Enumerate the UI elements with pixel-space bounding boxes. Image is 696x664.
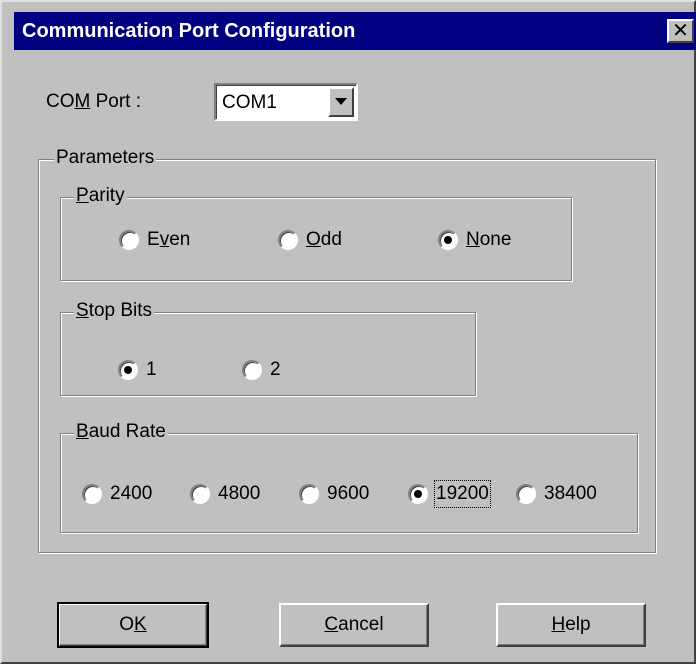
- baud-38400-label: 38400: [544, 483, 597, 504]
- window-title: Communication Port Configuration: [22, 20, 356, 42]
- parity-even-label: Even: [147, 228, 190, 252]
- com-port-label: COM Port :: [46, 91, 141, 113]
- cancel-button[interactable]: Cancel: [279, 603, 429, 647]
- help-button[interactable]: Help: [496, 603, 646, 647]
- label-mnemonic: v: [159, 229, 170, 250]
- button-label-mnemonic: C: [324, 614, 339, 635]
- radio-unchecked-icon[interactable]: [278, 230, 298, 250]
- stop-bits-1-label: 1: [146, 359, 157, 380]
- radio-unchecked-icon[interactable]: [119, 230, 139, 250]
- title-bar[interactable]: Communication Port Configuration ✕: [14, 12, 696, 50]
- stop-bits-title-mnemonic: S: [76, 300, 89, 321]
- dialog-window: Communication Port Configuration ✕ COM P…: [0, 0, 696, 664]
- radio-checked-icon[interactable]: [118, 360, 138, 380]
- parameters-group-title: Parameters: [54, 147, 157, 169]
- com-port-label-part: CO: [46, 91, 75, 112]
- label-part: E: [147, 229, 160, 250]
- radio-checked-icon[interactable]: [408, 484, 428, 504]
- stop-bits-group: [60, 312, 476, 396]
- button-label-mnemonic: K: [134, 614, 147, 635]
- parity-title-mnemonic: P: [76, 185, 89, 206]
- parity-odd-label: Odd: [306, 228, 342, 252]
- close-button[interactable]: ✕: [667, 19, 694, 43]
- com-port-value: COM1: [222, 92, 277, 113]
- baud-rate-group-title: Baud Rate: [74, 421, 168, 443]
- radio-unchecked-icon[interactable]: [516, 484, 536, 504]
- baud-4800-label: 4800: [218, 483, 261, 504]
- label-part: dd: [320, 229, 342, 250]
- button-label-part: O: [119, 614, 135, 635]
- radio-unchecked-icon[interactable]: [190, 484, 210, 504]
- radio-unchecked-icon[interactable]: [299, 484, 319, 504]
- baud-rate-title-part: aud Rate: [88, 421, 166, 442]
- ok-button[interactable]: OK: [57, 602, 209, 648]
- radio-unchecked-icon[interactable]: [82, 484, 102, 504]
- com-port-label-part: Port :: [90, 91, 142, 112]
- radio-checked-icon[interactable]: [438, 230, 458, 250]
- label-part: en: [169, 229, 191, 250]
- stop-bits-title-part: top Bits: [88, 300, 153, 321]
- label-part: one: [479, 229, 512, 250]
- button-label-part: elp: [565, 614, 591, 635]
- baud-2400-label: 2400: [110, 483, 153, 504]
- label-mnemonic: N: [466, 229, 480, 250]
- chevron-down-icon[interactable]: [328, 87, 354, 117]
- baud-19200-label: 19200: [434, 480, 491, 508]
- com-port-label-mnemonic: M: [74, 91, 91, 112]
- button-label-part: ancel: [338, 614, 384, 635]
- radio-unchecked-icon[interactable]: [242, 360, 262, 380]
- label-mnemonic: O: [306, 229, 321, 250]
- close-icon: ✕: [672, 20, 689, 42]
- parity-none-label: None: [466, 228, 511, 252]
- parity-title-part: arity: [88, 185, 125, 206]
- parity-group-title: Parity: [74, 185, 127, 207]
- baud-9600-label: 9600: [327, 483, 370, 504]
- com-port-select[interactable]: COM1: [214, 83, 358, 121]
- stop-bits-2-label: 2: [270, 359, 281, 380]
- stop-bits-group-title: Stop Bits: [74, 300, 155, 322]
- baud-rate-title-mnemonic: B: [76, 421, 89, 442]
- button-label-mnemonic: H: [551, 614, 566, 635]
